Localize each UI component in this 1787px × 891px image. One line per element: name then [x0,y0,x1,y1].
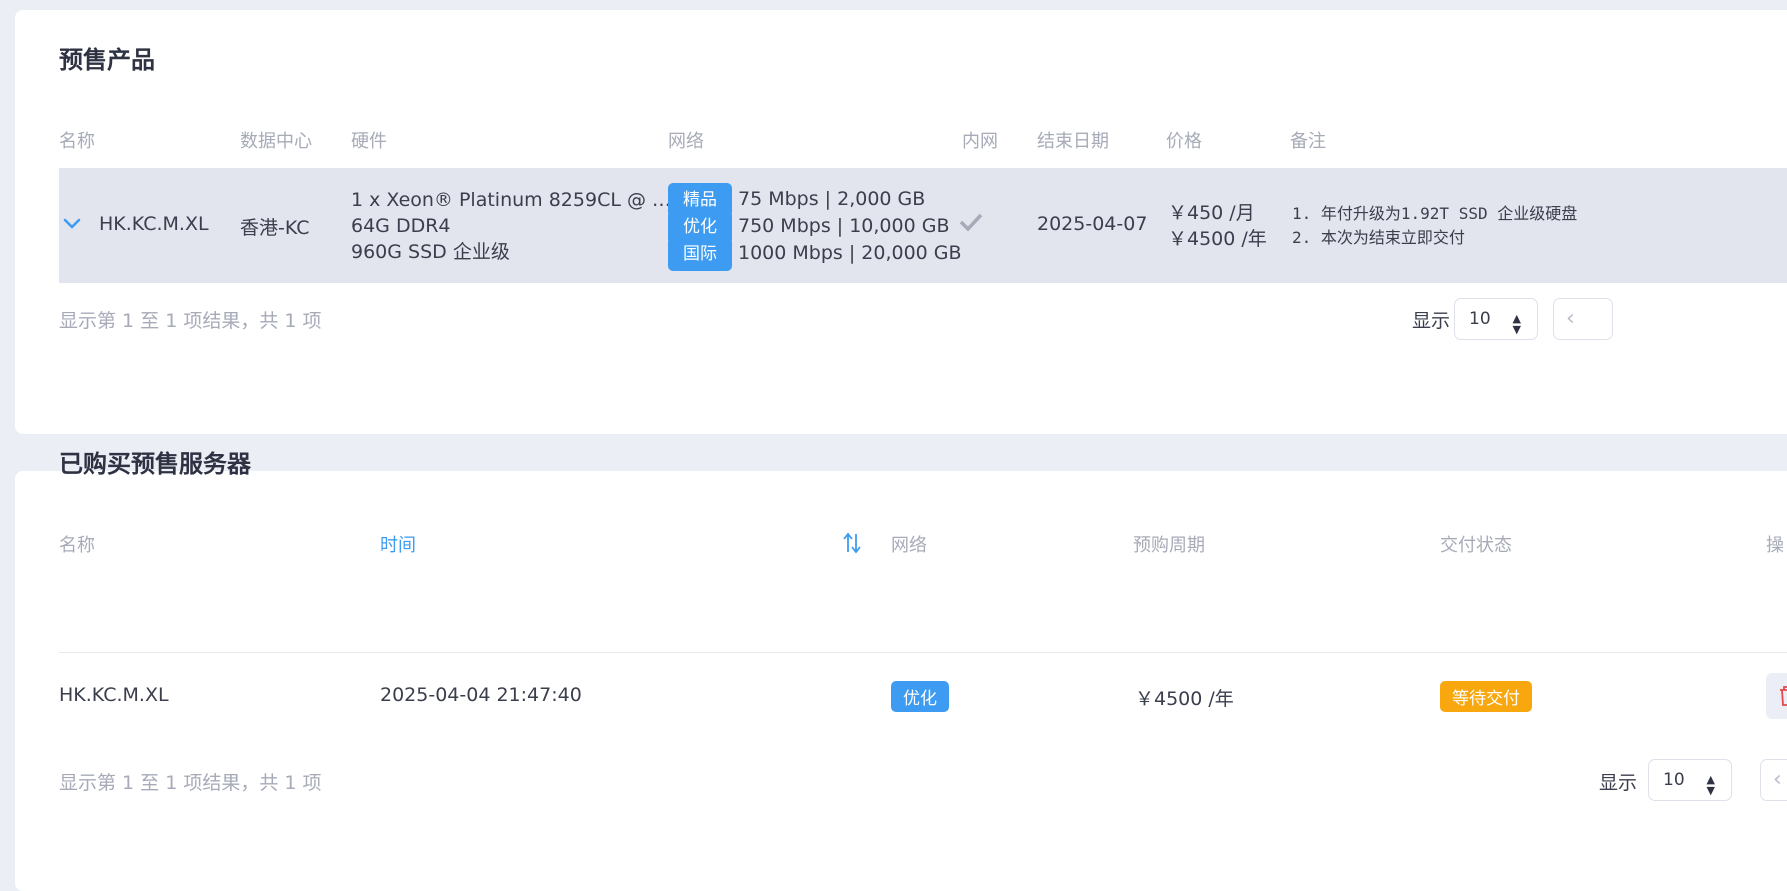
purchased-title: 已购买预售服务器 [59,450,251,478]
presale-page-size-select[interactable]: 10 ▲ ▼ [1454,298,1538,340]
header-name[interactable]: 名称 [59,127,95,153]
presale-title: 预售产品 [59,46,155,74]
header-price[interactable]: 价格 [1166,127,1202,153]
chevron-left-icon: ‹ [1566,306,1575,331]
hardware-disk: 960G SSD 企业级 [351,241,510,263]
purchased-page-size-select[interactable]: 10 ▲ ▼ [1648,759,1732,801]
purchased-prev-page-button[interactable]: ‹ [1760,759,1787,801]
row-price: ￥450 /月 ￥4500 /年 [1168,200,1267,252]
network-tag-international: 国际 [668,237,732,271]
sort-icon[interactable] [842,532,862,558]
price-year: ￥4500 /年 [1168,228,1267,250]
purchased-show-label: 显示 [1599,772,1638,794]
purchased-header-network[interactable]: 网络 [891,531,927,557]
purchased-header-name[interactable]: 名称 [59,531,95,557]
purchased-header-time[interactable]: 时间 [380,531,416,557]
purchased-row-time: 2025-04-04 21:47:40 [380,684,582,706]
price-month: ￥450 /月 [1168,202,1255,224]
purchased-page-size-value: 10 [1663,770,1685,790]
purchased-network-badge: 优化 [891,681,949,712]
row-hardware: 1 x Xeon® Platinum 8259CL @ … 64G DDR4 9… [351,185,671,267]
header-intranet[interactable]: 内网 [962,127,998,153]
network-international-spec: 1000 Mbps | 20,000 GB [738,242,962,264]
presale-card: 预售产品 名称 数据中心 硬件 网络 内网 结束日期 价格 备注 HK.KC.M… [15,10,1787,434]
header-divider [59,652,1787,653]
row-datacenter: 香港-KC [240,217,310,239]
expand-chevron-icon[interactable] [63,215,81,234]
intranet-check-icon [959,212,983,236]
row-end-date: 2025-04-07 [1037,213,1148,235]
presale-prev-page-button[interactable]: ‹ [1553,298,1613,340]
trash-icon [1780,686,1787,706]
purchased-header-status[interactable]: 交付状态 [1440,531,1512,557]
purchased-row-cycle: ￥4500 /年 [1135,688,1234,710]
delivery-status-badge: 等待交付 [1440,681,1532,712]
purchased-row-name: HK.KC.M.XL [59,684,169,706]
presale-footer-info: 显示第 1 至 1 项结果，共 1 项 [59,310,322,332]
header-datacenter[interactable]: 数据中心 [240,127,312,153]
header-end-date[interactable]: 结束日期 [1037,127,1109,153]
header-network[interactable]: 网络 [668,127,704,153]
note-1: 1. 年付升级为1.92T SSD 企业级硬盘 [1292,204,1578,223]
presale-show-label: 显示 [1412,310,1451,332]
network-optimized-spec: 750 Mbps | 10,000 GB [738,215,950,237]
header-hardware[interactable]: 硬件 [351,127,387,153]
row-notes: 1. 年付升级为1.92T SSD 企业级硬盘 2. 本次为结束立即交付 [1292,202,1577,250]
sort-arrows-icon: ▲ ▼ [1706,773,1715,797]
note-2: 2. 本次为结束立即交付 [1292,228,1465,247]
row-name: HK.KC.M.XL [99,213,209,235]
presale-page-size-value: 10 [1469,309,1491,329]
network-premium-spec: 75 Mbps | 2,000 GB [738,188,926,210]
chevron-left-icon: ‹ [1773,767,1782,792]
delete-button[interactable] [1766,673,1787,719]
row-network: 精品 75 Mbps | 2,000 GB 优化 750 Mbps | 10,000… [668,183,962,271]
sort-arrows-icon: ▲ ▼ [1512,312,1521,336]
purchased-footer-info: 显示第 1 至 1 项结果，共 1 项 [59,772,322,794]
header-notes[interactable]: 备注 [1290,127,1326,153]
purchased-header-cycle[interactable]: 预购周期 [1133,531,1205,557]
purchased-header-action[interactable]: 操 [1766,531,1784,557]
